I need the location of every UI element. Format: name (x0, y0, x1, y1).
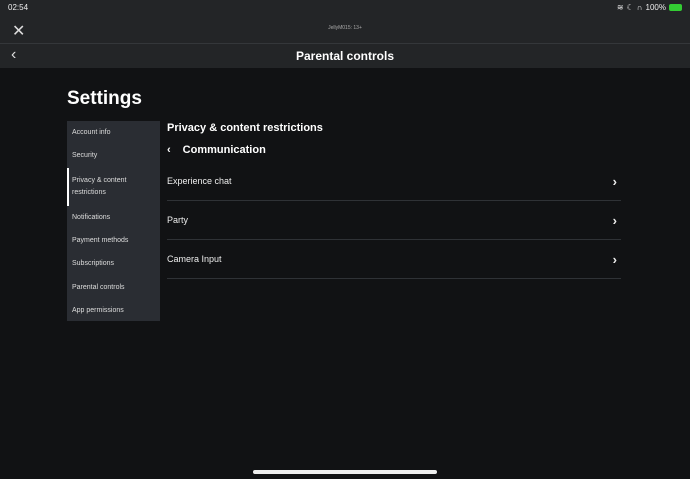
nav-title: Parental controls (295, 49, 395, 63)
list-item-party[interactable]: Party › (167, 201, 621, 240)
back-icon[interactable]: ‹ (167, 144, 171, 156)
sidebar-item-subscriptions[interactable]: Subscriptions (67, 252, 160, 275)
status-time: 02:54 (8, 3, 29, 12)
subsection-title: Communication (182, 144, 266, 156)
chevron-right-icon: › (612, 251, 617, 267)
settings-list: Experience chat › Party › Camera Input › (167, 162, 621, 279)
sidebar-item-parental-controls[interactable]: Parental controls (67, 275, 160, 298)
wifi-icon: ≋ (616, 3, 624, 12)
chevron-right-icon: › (612, 173, 617, 189)
page-title: Settings (67, 88, 142, 109)
headphones-icon: ∩ (636, 3, 643, 12)
battery-icon (669, 4, 682, 11)
sidebar-item-payment-methods[interactable]: Payment methods (67, 229, 160, 252)
divider (0, 43, 690, 44)
list-item-label: Experience chat (167, 176, 232, 186)
list-item-label: Camera Input (167, 254, 222, 264)
sidebar-item-security[interactable]: Security (67, 144, 160, 167)
sidebar-item-app-permissions[interactable]: App permissions (67, 299, 160, 322)
moon-icon: ☾ (626, 3, 634, 12)
sidebar-item-account-info[interactable]: Account info (67, 121, 160, 144)
list-item-experience-chat[interactable]: Experience chat › (167, 162, 621, 201)
subsection-header: ‹ Communication (167, 144, 266, 156)
list-item-camera-input[interactable]: Camera Input › (167, 240, 621, 279)
list-item-label: Party (167, 215, 189, 225)
sidebar-item-privacy[interactable]: Privacy & content restrictions (67, 167, 160, 206)
sidebar-item-notifications[interactable]: Notifications (67, 206, 160, 229)
close-icon[interactable]: ✕ (12, 21, 25, 41)
top-bar: 02:54 ≋ ☾ ∩ 100% ✕ JellyM015: 13+ ‹ Parenta… (0, 0, 690, 68)
status-icons: ≋ ☾ ∩ 100% (617, 3, 682, 12)
section-title: Privacy & content restrictions (167, 122, 323, 134)
user-label: JellyM015: 13+ (328, 25, 362, 31)
battery-percent: 100% (645, 3, 666, 12)
chevron-right-icon: › (612, 212, 617, 228)
sidebar: Account info Security Privacy & content … (67, 121, 160, 321)
home-indicator[interactable] (253, 470, 437, 474)
